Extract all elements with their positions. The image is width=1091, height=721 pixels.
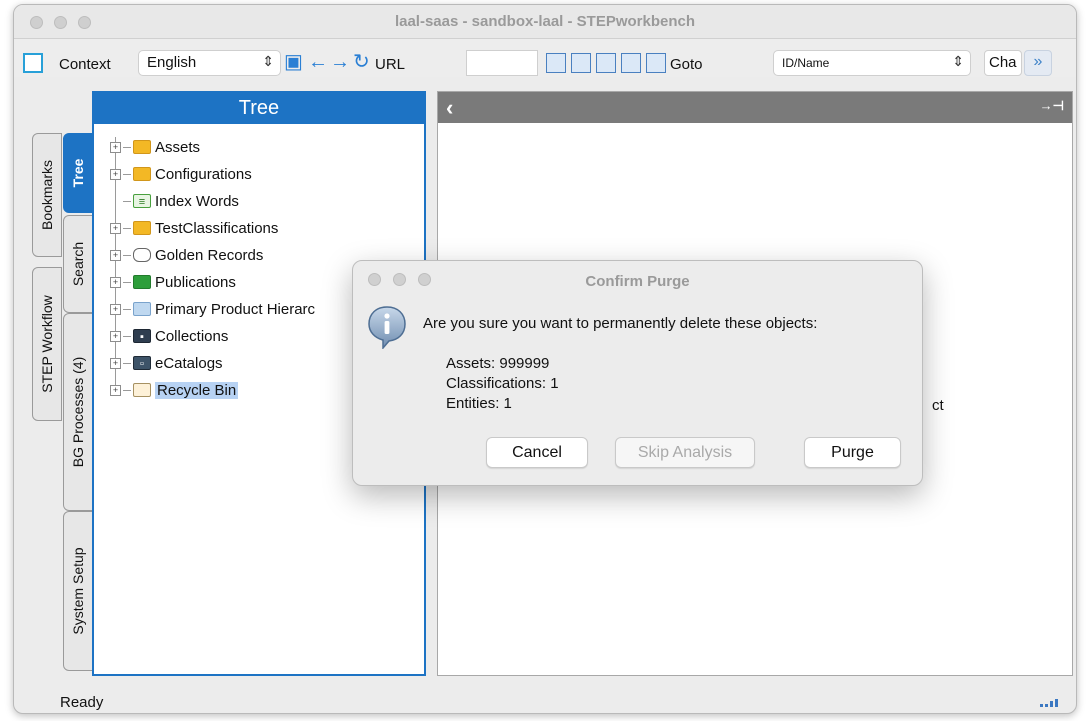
chevron-updown-icon: ⇕ bbox=[262, 53, 274, 69]
purge-assets-count: Assets: 999999 bbox=[446, 355, 550, 372]
tree-header: Tree bbox=[94, 93, 424, 124]
expand-icon[interactable]: + bbox=[110, 303, 121, 315]
content-header: ‹ →⊣ bbox=[438, 92, 1072, 123]
tree-item-recycle-bin[interactable]: + Recycle Bin bbox=[110, 377, 239, 403]
cha-button[interactable]: Cha bbox=[984, 50, 1022, 76]
collections-icon: ▪ bbox=[133, 329, 151, 343]
expand-icon[interactable]: + bbox=[110, 249, 121, 261]
goto-type-select[interactable]: ID/Name ⇕ bbox=[773, 50, 971, 76]
expand-icon[interactable]: + bbox=[110, 330, 121, 342]
tree-item-collections[interactable]: + ▪ Collections bbox=[110, 323, 228, 349]
chevron-left-icon[interactable]: ‹ bbox=[446, 95, 453, 121]
tree-item-ecatalogs[interactable]: + ▫ eCatalogs bbox=[110, 350, 223, 376]
tab-search[interactable]: Search bbox=[63, 215, 93, 313]
tree-item-index-words[interactable]: ≡ Index Words bbox=[110, 188, 239, 214]
window-title: laal-saas - sandbox-laal - STEPworkbench bbox=[394, 13, 696, 30]
language-select[interactable]: English ⇕ bbox=[138, 50, 281, 76]
language-value: English bbox=[147, 54, 197, 71]
info-icon bbox=[368, 306, 406, 349]
grid-view-icon[interactable] bbox=[546, 53, 566, 73]
goto-type-value: ID/Name bbox=[782, 56, 830, 70]
green-folder-icon bbox=[133, 275, 151, 289]
status-bar: Ready bbox=[14, 691, 1076, 713]
index-words-icon: ≡ bbox=[133, 194, 151, 208]
folder-icon bbox=[133, 167, 151, 181]
dialog-title: Confirm Purge bbox=[585, 273, 690, 290]
recycle-bin-icon bbox=[133, 383, 151, 397]
forward-arrow-icon[interactable]: → bbox=[330, 52, 350, 72]
partial-content-text: ct bbox=[932, 397, 944, 414]
purge-entities-count: Entities: 1 bbox=[446, 395, 512, 412]
url-label: URL bbox=[375, 56, 406, 73]
status-text: Ready bbox=[60, 694, 104, 711]
expand-icon[interactable]: + bbox=[110, 384, 121, 396]
tab-bookmarks[interactable]: Bookmarks bbox=[32, 133, 62, 257]
tree-item-primary-product-hierarchy[interactable]: + Primary Product Hierarc bbox=[110, 296, 315, 322]
pin-icon[interactable]: →⊣ bbox=[1040, 98, 1064, 114]
goto-icon[interactable] bbox=[646, 53, 666, 73]
toolbar: Context English ⇕ ▣ ← → ↻ URL Goto ID/Na… bbox=[14, 39, 1076, 77]
tab-bg-processes[interactable]: BG Processes (4) bbox=[63, 313, 93, 511]
expand-icon[interactable]: + bbox=[110, 168, 121, 180]
tree-item-testclassifications[interactable]: + TestClassifications bbox=[110, 215, 278, 241]
expand-icon[interactable]: + bbox=[110, 222, 121, 234]
golden-records-icon bbox=[133, 248, 151, 262]
tab-tree[interactable]: Tree bbox=[63, 133, 93, 213]
chat-view-icon[interactable] bbox=[571, 53, 591, 73]
folder-icon bbox=[133, 221, 151, 235]
double-chevron-right-icon[interactable]: » bbox=[1024, 50, 1052, 76]
chevron-updown-icon: ⇕ bbox=[952, 53, 964, 69]
url-input[interactable] bbox=[466, 50, 538, 76]
monitor-view-icon[interactable] bbox=[596, 53, 616, 73]
side-tabs: Bookmarks STEP Workflow Tree Search BG P… bbox=[14, 91, 94, 676]
folder-icon bbox=[133, 140, 151, 154]
tree-item-configurations[interactable]: + Configurations bbox=[110, 161, 252, 187]
expand-icon[interactable]: + bbox=[110, 357, 121, 369]
tree-item-golden-records[interactable]: + Golden Records bbox=[110, 242, 263, 268]
purge-classifications-count: Classifications: 1 bbox=[446, 375, 559, 392]
dialog-message: Are you sure you want to permanently del… bbox=[423, 315, 818, 332]
goto-label: Goto bbox=[670, 56, 703, 73]
confirm-purge-dialog: Confirm Purge Are you sure you want to p… bbox=[352, 260, 923, 486]
refresh-icon[interactable]: ↻ bbox=[353, 52, 370, 72]
expand-icon[interactable]: + bbox=[110, 276, 121, 288]
back-arrow-icon[interactable]: ← bbox=[308, 52, 328, 72]
list-view-icon[interactable] bbox=[621, 53, 641, 73]
purge-button[interactable]: Purge bbox=[804, 437, 901, 468]
context-label: Context bbox=[59, 56, 111, 73]
tab-step-workflow[interactable]: STEP Workflow bbox=[32, 267, 62, 421]
ecatalogs-icon: ▫ bbox=[133, 356, 151, 370]
screen-icon[interactable]: ▣ bbox=[284, 52, 303, 72]
activity-indicator-icon bbox=[1040, 699, 1058, 707]
context-square-icon[interactable] bbox=[23, 53, 43, 73]
expand-icon[interactable]: + bbox=[110, 141, 121, 153]
title-bar: laal-saas - sandbox-laal - STEPworkbench bbox=[14, 5, 1076, 39]
skip-analysis-button[interactable]: Skip Analysis bbox=[615, 437, 755, 468]
tree-item-assets[interactable]: + Assets bbox=[110, 134, 200, 160]
cancel-button[interactable]: Cancel bbox=[486, 437, 588, 468]
tree-item-publications[interactable]: + Publications bbox=[110, 269, 236, 295]
blue-folder-icon bbox=[133, 302, 151, 316]
tab-system-setup[interactable]: System Setup bbox=[63, 511, 93, 671]
